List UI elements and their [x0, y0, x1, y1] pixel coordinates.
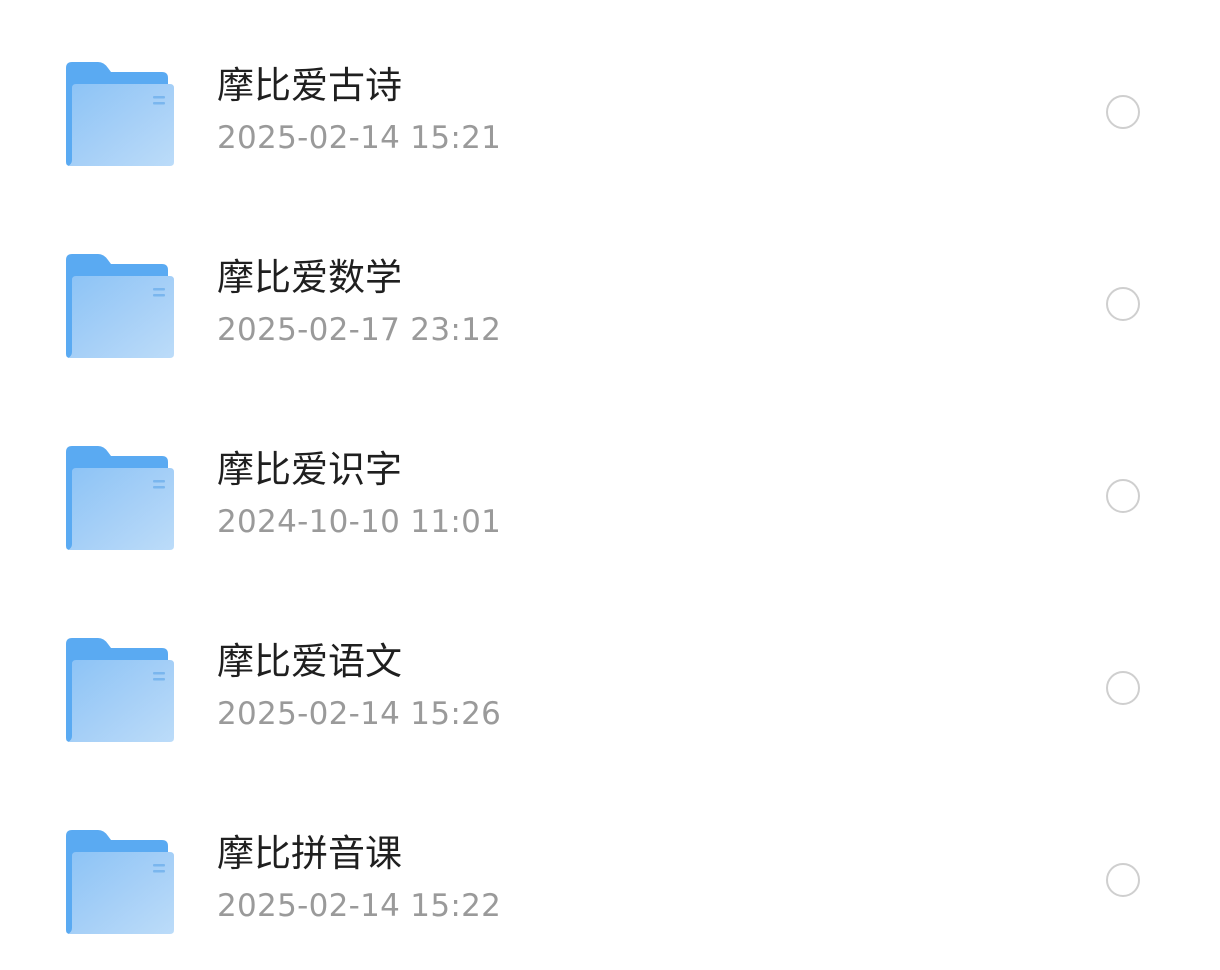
- folder-name: 摩比爱古诗: [217, 64, 402, 107]
- list-item[interactable]: 摩比爱识字 2024-10-10 11:01: [0, 400, 1220, 592]
- modified-date: 2025-02-14 15:21: [217, 120, 502, 156]
- folder-icon: [64, 638, 176, 742]
- modified-date: 2025-02-17 23:12: [217, 312, 502, 348]
- modified-date: 2025-02-14 15:22: [217, 888, 502, 924]
- list-item-text: 摩比爱数学 2025-02-17 23:12: [217, 256, 501, 349]
- radio-circle-icon[interactable]: [1106, 287, 1140, 321]
- folder-icon: [64, 62, 176, 166]
- radio-circle-icon[interactable]: [1106, 671, 1140, 705]
- folder-list: 摩比爱古诗 2025-02-14 15:21 摩比爱数学 2025-02-17 …: [0, 0, 1220, 970]
- folder-icon: [64, 446, 176, 550]
- list-item[interactable]: 摩比爱数学 2025-02-17 23:12: [0, 208, 1220, 400]
- list-item-text: 摩比拼音课 2025-02-14 15:22: [217, 832, 501, 925]
- modified-date: 2025-02-14 15:26: [217, 696, 502, 732]
- list-item-text: 摩比爱识字 2024-10-10 11:01: [217, 448, 501, 541]
- modified-date: 2024-10-10 11:01: [217, 504, 502, 540]
- radio-circle-icon[interactable]: [1106, 95, 1140, 129]
- folder-name: 摩比爱数学: [217, 256, 402, 299]
- folder-name: 摩比拼音课: [217, 832, 402, 875]
- list-item[interactable]: 摩比拼音课 2025-02-14 15:22: [0, 784, 1220, 970]
- list-item[interactable]: 摩比爱语文 2025-02-14 15:26: [0, 592, 1220, 784]
- folder-name: 摩比爱语文: [217, 640, 402, 683]
- list-item-text: 摩比爱语文 2025-02-14 15:26: [217, 640, 501, 733]
- folder-icon: [64, 830, 176, 934]
- radio-circle-icon[interactable]: [1106, 479, 1140, 513]
- list-item[interactable]: 摩比爱古诗 2025-02-14 15:21: [0, 16, 1220, 208]
- folder-name: 摩比爱识字: [217, 448, 402, 491]
- radio-circle-icon[interactable]: [1106, 863, 1140, 897]
- folder-icon: [64, 254, 176, 358]
- list-item-text: 摩比爱古诗 2025-02-14 15:21: [217, 64, 501, 157]
